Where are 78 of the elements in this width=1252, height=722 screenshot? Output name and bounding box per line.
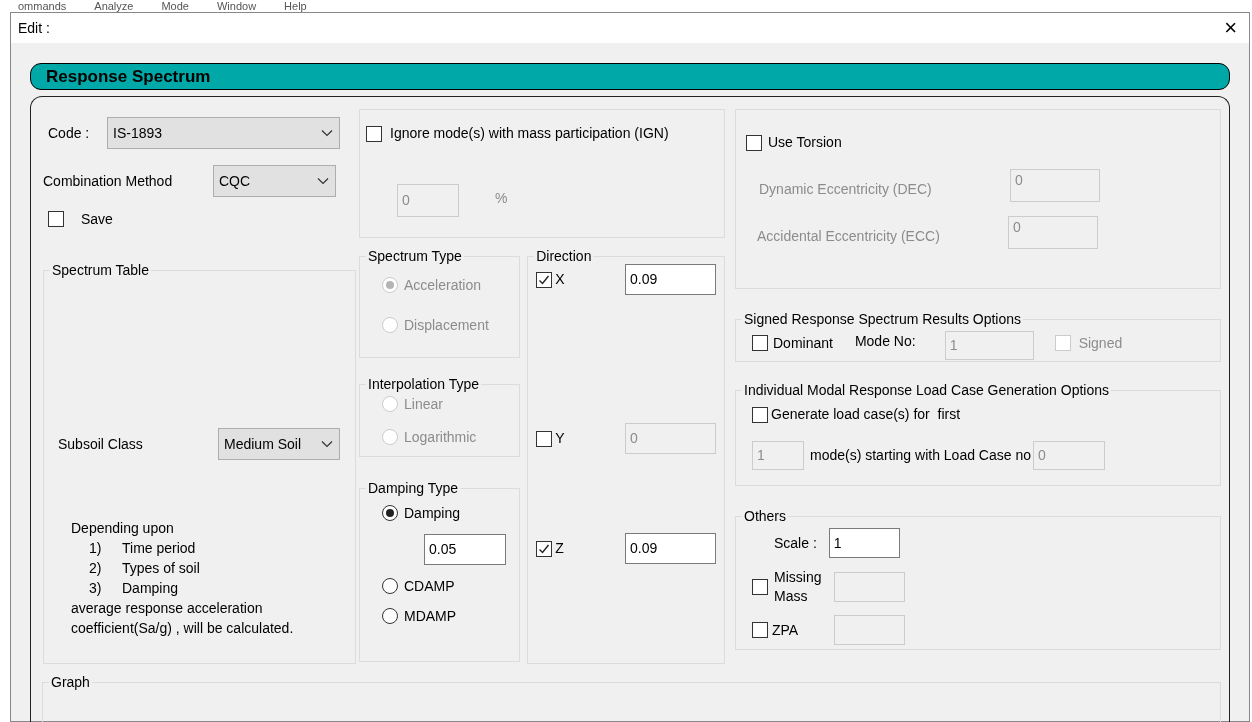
checkbox-label: Generate load case(s) for first — [771, 405, 961, 424]
unit-label: % — [495, 189, 508, 208]
window-title: Edit : — [18, 18, 50, 38]
checkbox-label: Ignore mode(s) with mass participation (IGN) — [390, 124, 669, 143]
group-title: Damping Type — [367, 480, 459, 496]
close-button[interactable]: × — [1224, 17, 1237, 39]
group-title: Interpolation Type — [367, 376, 481, 392]
dropdown[interactable]: IS-1893 — [107, 117, 340, 149]
label: Combination Method — [43, 171, 174, 191]
radio-label: Damping — [404, 503, 461, 523]
radio-label: CDAMP — [404, 576, 455, 596]
menu-item[interactable]: Help — [284, 1, 307, 12]
input-field[interactable] — [834, 615, 905, 645]
group-title: Graph — [50, 674, 91, 690]
checkbox[interactable] — [48, 211, 64, 227]
chevron-down-icon — [317, 177, 329, 185]
note-text: Types of soil — [122, 559, 200, 578]
checkbox-label: Y — [555, 429, 565, 448]
menu-item[interactable]: ommands — [18, 1, 67, 12]
input-field[interactable]: 1 — [828, 528, 900, 558]
note-text: Time period — [122, 539, 196, 558]
group-title: Others — [743, 508, 787, 524]
checkbox[interactable] — [366, 125, 382, 142]
checkbox-label: Dominant — [773, 333, 833, 353]
radio-label: Logarithmic — [404, 427, 477, 447]
list-number: 1) — [89, 539, 103, 558]
radio-button[interactable] — [382, 505, 398, 521]
checkbox-label: X — [555, 270, 565, 289]
chevron-down-icon — [321, 129, 333, 137]
group-title: Spectrum Type — [367, 248, 463, 264]
dropdown[interactable]: CQC — [213, 165, 336, 197]
group-title: Direction — [535, 248, 593, 264]
group-title: Individual Modal Response Load Case Generation Options — [743, 382, 1110, 398]
checkbox-label: Save — [81, 209, 113, 229]
checkbox[interactable] — [536, 430, 553, 447]
group-title: Spectrum Table — [51, 262, 150, 278]
label: Mode No: — [854, 331, 916, 351]
checkbox-label: Signed — [1078, 333, 1123, 353]
radio-label: Acceleration — [404, 275, 482, 295]
radio-label: Linear — [404, 394, 443, 414]
section-header: Response Spectrum — [30, 63, 1230, 90]
note-text: coefficient(Sa/g) , will be calculated. — [71, 619, 295, 638]
label: Accidental Eccentricity (ECC) — [757, 227, 941, 246]
checkbox[interactable] — [752, 406, 768, 423]
list-number: 2) — [89, 559, 103, 578]
note-text: Depending upon — [71, 519, 175, 538]
checkbox[interactable] — [536, 540, 553, 557]
note-text: Damping — [122, 579, 179, 598]
group-title: Signed Response Spectrum Results Options — [743, 311, 1023, 327]
menu-item[interactable]: Window — [216, 1, 257, 12]
checkbox[interactable] — [752, 335, 768, 351]
label: mode(s) starting with Load Case no — [810, 446, 1031, 465]
radio-button[interactable] — [382, 608, 398, 624]
input-field[interactable]: 0.09 — [625, 264, 716, 295]
menu-item[interactable]: Analyze — [94, 1, 134, 12]
input-field[interactable]: 0.09 — [625, 533, 716, 564]
dropdown[interactable]: Medium Soil — [218, 428, 340, 460]
menu-item[interactable]: Mode — [161, 1, 189, 12]
label: Subsoil Class — [58, 434, 144, 454]
checkbox-label: Use Torsion — [768, 133, 842, 152]
radio-button[interactable] — [382, 578, 398, 594]
list-number: 3) — [89, 579, 103, 598]
label: Dynamic Eccentricity (DEC) — [759, 180, 933, 199]
checkbox-label: Z — [555, 539, 564, 558]
label: Code : — [48, 123, 91, 143]
checkbox[interactable] — [536, 271, 553, 288]
checkbox[interactable] — [752, 579, 768, 595]
chevron-down-icon — [321, 440, 333, 448]
label: Scale : — [774, 533, 817, 553]
note-text: average response acceleration — [71, 599, 264, 618]
radio-label: MDAMP — [404, 606, 457, 626]
input-field[interactable]: 0.05 — [424, 534, 506, 565]
input-field[interactable] — [834, 572, 905, 602]
checkbox[interactable] — [752, 622, 768, 638]
checkbox-label: Missing Mass — [774, 568, 823, 606]
checkbox[interactable] — [746, 134, 762, 151]
radio-label: Displacement — [404, 315, 489, 335]
checkbox-label: ZPA — [772, 620, 800, 640]
